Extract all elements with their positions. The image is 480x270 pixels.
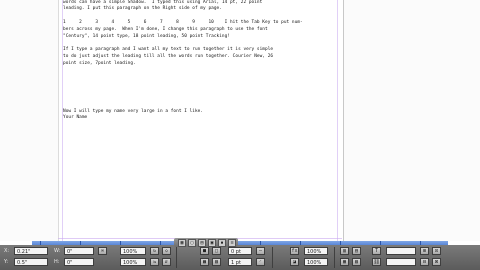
jump-icon[interactable]: ▧ (352, 258, 361, 266)
view-icon[interactable]: ▣ (208, 239, 216, 247)
frame-fit-icon[interactable]: ⊠ (432, 258, 441, 266)
divider (334, 247, 335, 268)
wrap-around-icon[interactable]: ▦ (340, 258, 349, 266)
margin-guide-right (337, 0, 338, 241)
y-field[interactable]: 0.5" (14, 258, 48, 266)
text-line[interactable]: 1 2 3 4 5 6 7 8 9 10 I hit the Tab Key t… (63, 20, 303, 26)
stroke-style-icon[interactable]: — (256, 247, 265, 255)
link-icon[interactable]: ⛓ (372, 258, 381, 266)
width-field[interactable]: 0" (64, 247, 94, 255)
swatch-icon[interactable]: ▩ (200, 258, 209, 266)
shear-icon[interactable]: ◇ (162, 247, 171, 255)
text-line[interactable]: Your Name (63, 115, 87, 121)
effects-icon[interactable]: fx (290, 247, 299, 255)
y-label: Y: (4, 259, 9, 265)
height-field[interactable]: 0" (64, 258, 94, 266)
text-line[interactable]: bers across my page. When I'm done, I ch… (63, 27, 268, 33)
rotate-icon[interactable]: ↻ (150, 247, 159, 255)
flip-v-icon[interactable]: ⇵ (162, 258, 171, 266)
h-label: H: (54, 259, 60, 265)
text-line[interactable]: to do just adjust the leading till all t… (63, 54, 273, 60)
layout-icon[interactable]: ▦ (178, 239, 186, 247)
text-line[interactable]: "Century", 14 point type, 18 point leadi… (63, 34, 230, 40)
scale-y-field[interactable]: 100% (120, 258, 146, 266)
opacity-field[interactable]: 100% (304, 247, 328, 255)
divider (176, 247, 177, 268)
text-line[interactable]: If I type a paragraph and I want all my … (63, 47, 273, 53)
corner-icon[interactable]: ◜ (256, 258, 265, 266)
constrain-icon[interactable]: ∞ (98, 247, 107, 255)
center-icon[interactable]: ⊡ (432, 247, 441, 255)
align-icon[interactable]: ▤ (352, 247, 361, 255)
wrap-icon[interactable]: ▥ (340, 247, 349, 255)
gutter-field[interactable] (386, 258, 416, 266)
x-field[interactable]: 0.21" (14, 247, 48, 255)
gradient-icon[interactable]: ▨ (212, 258, 221, 266)
w-label: W: (54, 248, 61, 254)
menu-icon[interactable]: ≡ (228, 239, 236, 247)
columns-field[interactable] (386, 247, 416, 255)
arrange-icon[interactable]: ▤ (198, 239, 206, 247)
text-line[interactable]: point size, 7point leading. (63, 61, 136, 67)
x-label: X: (4, 248, 10, 254)
stroke-size-field[interactable]: 1 pt (228, 258, 252, 266)
frame-icon[interactable]: ▢ (188, 239, 196, 247)
grid-icon[interactable]: ⊟ (420, 258, 429, 266)
shadow-icon[interactable]: ◪ (290, 258, 299, 266)
lock-icon[interactable]: ▪ (218, 239, 226, 247)
stroke-weight-field[interactable]: 0 pt (228, 247, 252, 255)
divider (272, 247, 273, 268)
flip-h-icon[interactable]: ⇋ (150, 258, 159, 266)
text-frame-icon[interactable]: T (372, 247, 381, 255)
scale-x-field[interactable]: 100% (120, 247, 146, 255)
text-line[interactable]: leading. I put this paragraph on the Rig… (63, 6, 222, 12)
fit-icon[interactable]: ⊞ (420, 247, 429, 255)
fill-icon[interactable]: ■ (200, 247, 209, 255)
tint-field[interactable]: 100% (304, 258, 328, 266)
stroke-icon[interactable]: □ (212, 247, 221, 255)
